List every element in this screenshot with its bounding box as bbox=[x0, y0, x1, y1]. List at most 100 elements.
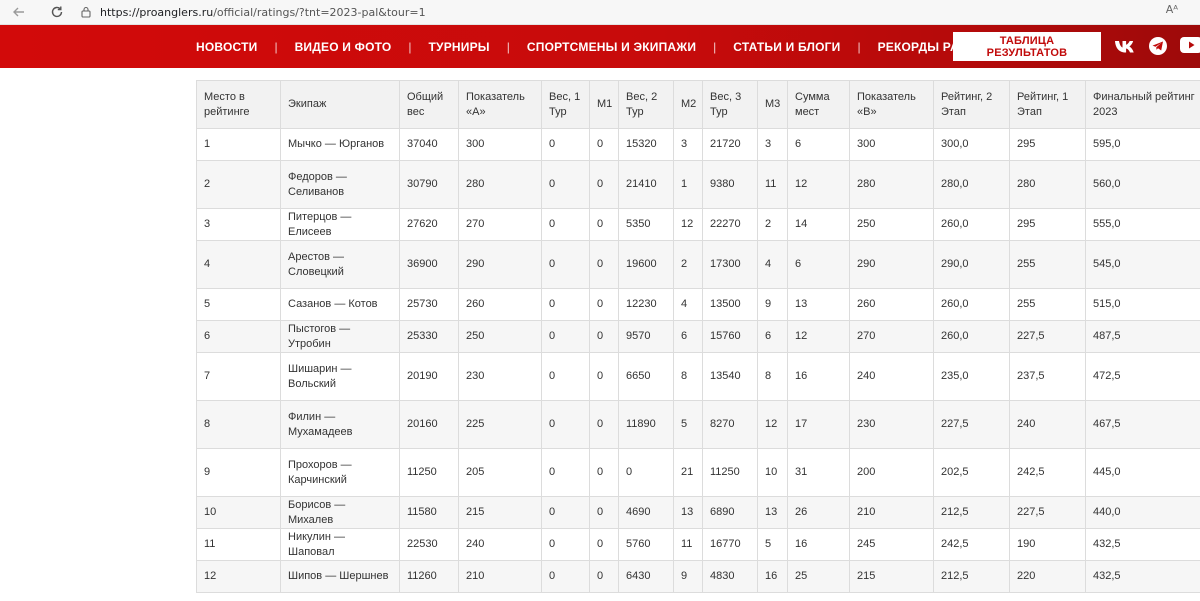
youtube-icon[interactable] bbox=[1180, 37, 1200, 53]
cell-m3: 4 bbox=[757, 240, 788, 289]
cell-rating-stage-1: 295 bbox=[1009, 208, 1086, 241]
cell-total-weight: 11260 bbox=[399, 560, 459, 593]
vk-icon[interactable] bbox=[1114, 37, 1136, 57]
cell-indicator-b: 245 bbox=[849, 528, 934, 561]
cell-indicator-a: 240 bbox=[458, 528, 542, 561]
ratings-table-container[interactable]: Место в рейтинге Экипаж Общий вес Показател… bbox=[196, 80, 1200, 601]
cell-total-weight: 20190 bbox=[399, 352, 459, 401]
cell-indicator-b: 290 bbox=[849, 240, 934, 289]
cell-m1: 0 bbox=[589, 448, 619, 497]
cell-weight-tour-2: 21410 bbox=[618, 160, 674, 209]
cell-place: 3 bbox=[196, 208, 281, 241]
lock-icon bbox=[80, 6, 92, 18]
cell-weight-tour-1: 0 bbox=[541, 320, 590, 353]
cell-m1: 0 bbox=[589, 160, 619, 209]
cell-final-rating-2023: 432,5 bbox=[1085, 528, 1200, 561]
cell-rating-stage-1: 255 bbox=[1009, 240, 1086, 289]
cell-place: 2 bbox=[196, 160, 281, 209]
menu-item-athletes-crews[interactable]: СПОРТСМЕНЫ И ЭКИПАЖИ bbox=[527, 40, 696, 54]
cell-rating-stage-2: 260,0 bbox=[933, 320, 1010, 353]
cell-total-weight: 30790 bbox=[399, 160, 459, 209]
cell-m3: 9 bbox=[757, 288, 788, 321]
cell-m3: 10 bbox=[757, 448, 788, 497]
menu-item-video-photo[interactable]: ВИДЕО И ФОТО bbox=[295, 40, 392, 54]
cell-weight-tour-3: 16770 bbox=[702, 528, 758, 561]
cell-crew: Сазанов — Котов bbox=[280, 288, 400, 321]
cell-m2: 5 bbox=[673, 400, 703, 449]
cell-indicator-b: 240 bbox=[849, 352, 934, 401]
cell-weight-tour-2: 9570 bbox=[618, 320, 674, 353]
cell-total-weight: 25730 bbox=[399, 288, 459, 321]
column-header-rating-stage-1: Рейтинг, 1 Этап bbox=[1009, 80, 1086, 129]
column-header-rating-stage-2: Рейтинг, 2 Этап bbox=[933, 80, 1010, 129]
cell-place: 6 bbox=[196, 320, 281, 353]
cell-weight-tour-1: 0 bbox=[541, 528, 590, 561]
cell-weight-tour-2: 5350 bbox=[618, 208, 674, 241]
column-header-final-rating-2023: Финальный рейтинг 2023 bbox=[1085, 80, 1200, 129]
cell-weight-tour-2: 6650 bbox=[618, 352, 674, 401]
cell-m3: 11 bbox=[757, 160, 788, 209]
cell-sum-places: 16 bbox=[787, 352, 850, 401]
cell-indicator-b: 210 bbox=[849, 496, 934, 529]
cell-m3: 2 bbox=[757, 208, 788, 241]
menu-separator: | bbox=[408, 39, 412, 54]
cell-weight-tour-3: 13500 bbox=[702, 288, 758, 321]
cell-m2: 11 bbox=[673, 528, 703, 561]
column-header-m2: М2 bbox=[673, 80, 703, 129]
cell-indicator-a: 290 bbox=[458, 240, 542, 289]
cell-sum-places: 6 bbox=[787, 128, 850, 161]
menu-item-articles-blogs[interactable]: СТАТЬИ И БЛОГИ bbox=[733, 40, 840, 54]
table-row: 7 Шишарин — Вольский 20190 230 0 0 6650 8 13540 8… bbox=[196, 352, 1200, 401]
cell-rating-stage-1: 190 bbox=[1009, 528, 1086, 561]
cell-total-weight: 37040 bbox=[399, 128, 459, 161]
column-header-weight-tour-2: Вес, 2 Тур bbox=[618, 80, 674, 129]
cell-rating-stage-1: 280 bbox=[1009, 160, 1086, 209]
cell-rating-stage-2: 235,0 bbox=[933, 352, 1010, 401]
read-aloud-icon[interactable]: Aᴬ bbox=[1166, 3, 1178, 16]
menu-separator: | bbox=[857, 39, 861, 54]
table-row: 4 Арестов — Словецкий 36900 290 0 0 19600 2 1730… bbox=[196, 240, 1200, 289]
menu-item-news[interactable]: НОВОСТИ bbox=[196, 40, 257, 54]
cell-m3: 13 bbox=[757, 496, 788, 529]
column-header-weight-tour-1: Вес, 1 Тур bbox=[541, 80, 590, 129]
cell-weight-tour-3: 13540 bbox=[702, 352, 758, 401]
cell-indicator-b: 230 bbox=[849, 400, 934, 449]
cell-final-rating-2023: 440,0 bbox=[1085, 496, 1200, 529]
cell-m1: 0 bbox=[589, 496, 619, 529]
cell-weight-tour-1: 0 bbox=[541, 208, 590, 241]
cell-m3: 12 bbox=[757, 400, 788, 449]
cell-weight-tour-1: 0 bbox=[541, 400, 590, 449]
cell-crew: Арестов — Словецкий bbox=[280, 240, 400, 289]
cell-crew: Прохоров — Карчинский bbox=[280, 448, 400, 497]
column-header-crew: Экипаж bbox=[280, 80, 400, 129]
back-arrow-icon[interactable] bbox=[10, 3, 28, 21]
cell-place: 11 bbox=[196, 528, 281, 561]
cell-place: 12 bbox=[196, 560, 281, 593]
reload-icon[interactable] bbox=[48, 3, 66, 21]
cell-m2: 9 bbox=[673, 560, 703, 593]
column-header-sum-places: Сумма мест bbox=[787, 80, 850, 129]
cell-indicator-b: 280 bbox=[849, 160, 934, 209]
cell-rating-stage-2: 260,0 bbox=[933, 208, 1010, 241]
cell-total-weight: 22530 bbox=[399, 528, 459, 561]
cell-sum-places: 16 bbox=[787, 528, 850, 561]
cell-sum-places: 17 bbox=[787, 400, 850, 449]
cell-m2: 8 bbox=[673, 352, 703, 401]
table-row: 10 Борисов — Михалев 11580 215 0 0 4690 13 6890 1… bbox=[196, 496, 1200, 529]
menu-item-tournaments[interactable]: ТУРНИРЫ bbox=[429, 40, 490, 54]
cell-indicator-a: 280 bbox=[458, 160, 542, 209]
results-table-button[interactable]: ТАБЛИЦА РЕЗУЛЬТАТОВ bbox=[953, 32, 1101, 61]
cell-rating-stage-2: 212,5 bbox=[933, 560, 1010, 593]
cell-indicator-a: 205 bbox=[458, 448, 542, 497]
cell-final-rating-2023: 545,0 bbox=[1085, 240, 1200, 289]
cell-final-rating-2023: 432,5 bbox=[1085, 560, 1200, 593]
cell-weight-tour-3: 4830 bbox=[702, 560, 758, 593]
cell-rating-stage-1: 237,5 bbox=[1009, 352, 1086, 401]
cell-place: 9 bbox=[196, 448, 281, 497]
column-header-place: Место в рейтинге bbox=[196, 80, 281, 129]
address-bar[interactable]: https://proanglers.ru/official/ratings/?… bbox=[80, 2, 426, 22]
table-row: 6 Пыстогов — Утробин 25330 250 0 0 9570 6 15760 6… bbox=[196, 320, 1200, 353]
cell-m2: 12 bbox=[673, 208, 703, 241]
cell-place: 4 bbox=[196, 240, 281, 289]
telegram-icon[interactable] bbox=[1149, 37, 1167, 55]
